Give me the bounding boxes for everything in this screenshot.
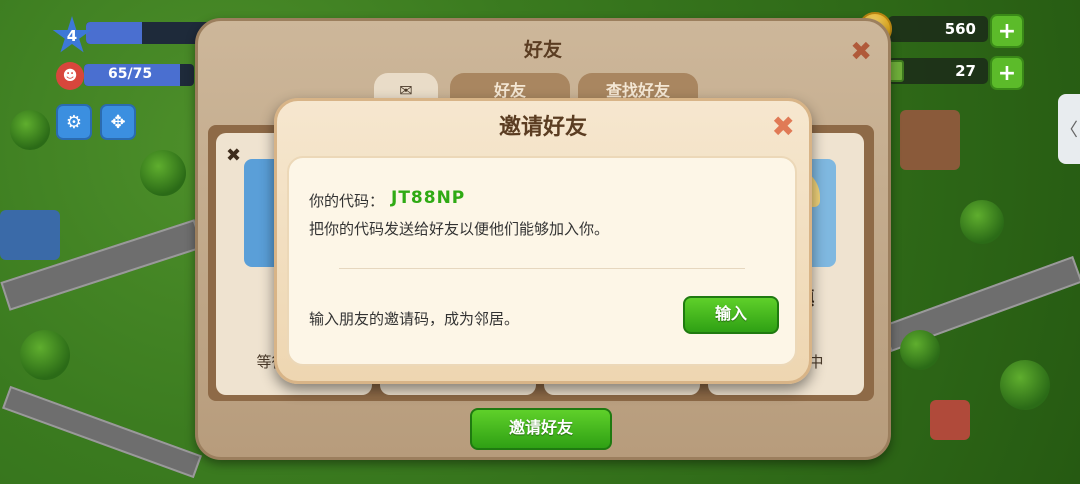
- move-arrows-icon: ✥: [110, 111, 126, 133]
- plus-icon: +: [997, 60, 1017, 86]
- invite-friends-label: 邀请好友: [508, 418, 573, 437]
- building: [0, 210, 60, 260]
- tree: [960, 200, 1004, 244]
- tree: [20, 330, 70, 380]
- tree: [900, 330, 940, 370]
- enter-code-button[interactable]: 输入: [683, 296, 779, 334]
- gear-icon: ⚙: [65, 111, 83, 133]
- close-icon[interactable]: ✖: [226, 145, 241, 166]
- plus-icon: +: [997, 18, 1017, 44]
- level-value: 4: [66, 27, 78, 45]
- building: [900, 110, 960, 170]
- settings-button[interactable]: ⚙: [56, 104, 92, 140]
- divider: [339, 268, 745, 269]
- tree: [10, 110, 50, 150]
- add-coins-button[interactable]: +: [990, 14, 1024, 48]
- coins-counter: 560: [888, 16, 988, 42]
- friends-panel-title: 好友: [523, 39, 562, 61]
- side-panel-tab[interactable]: 〈: [1058, 94, 1080, 164]
- population-value: 65/75: [108, 66, 153, 82]
- friends-close-button[interactable]: ✖: [850, 37, 872, 67]
- tree: [140, 150, 186, 196]
- invite-dialog: 邀请好友 ✖ 你的代码： JT88NP 把你的代码发送给好友以便他们能够加入你。…: [274, 98, 812, 384]
- close-button[interactable]: ✖: [772, 113, 795, 141]
- move-button[interactable]: ✥: [100, 104, 136, 140]
- invite-friends-button[interactable]: 邀请好友: [470, 408, 612, 450]
- close-icon: ✖: [771, 110, 795, 143]
- invite-code: JT88NP: [391, 188, 466, 208]
- close-icon: ✖: [850, 37, 872, 67]
- invite-dialog-body: 你的代码： JT88NP 把你的代码发送给好友以便他们能够加入你。 输入朋友的邀…: [287, 156, 797, 366]
- enter-code-prompt: 输入朋友的邀请码，成为邻居。: [309, 310, 520, 328]
- enter-button-label: 输入: [714, 304, 747, 323]
- population-icon: ☻: [56, 62, 84, 90]
- coins-value: 560: [944, 20, 976, 38]
- cash-value: 27: [955, 62, 976, 80]
- tree: [1000, 360, 1050, 410]
- chevron-left-icon: 〈: [1060, 120, 1078, 141]
- road: [2, 385, 202, 479]
- building: [930, 400, 970, 440]
- invite-dialog-title: 邀请好友: [498, 115, 587, 140]
- add-cash-button[interactable]: +: [990, 56, 1024, 90]
- code-description: 把你的代码发送给好友以便他们能够加入你。: [309, 220, 610, 238]
- code-label: 你的代码：: [309, 192, 385, 210]
